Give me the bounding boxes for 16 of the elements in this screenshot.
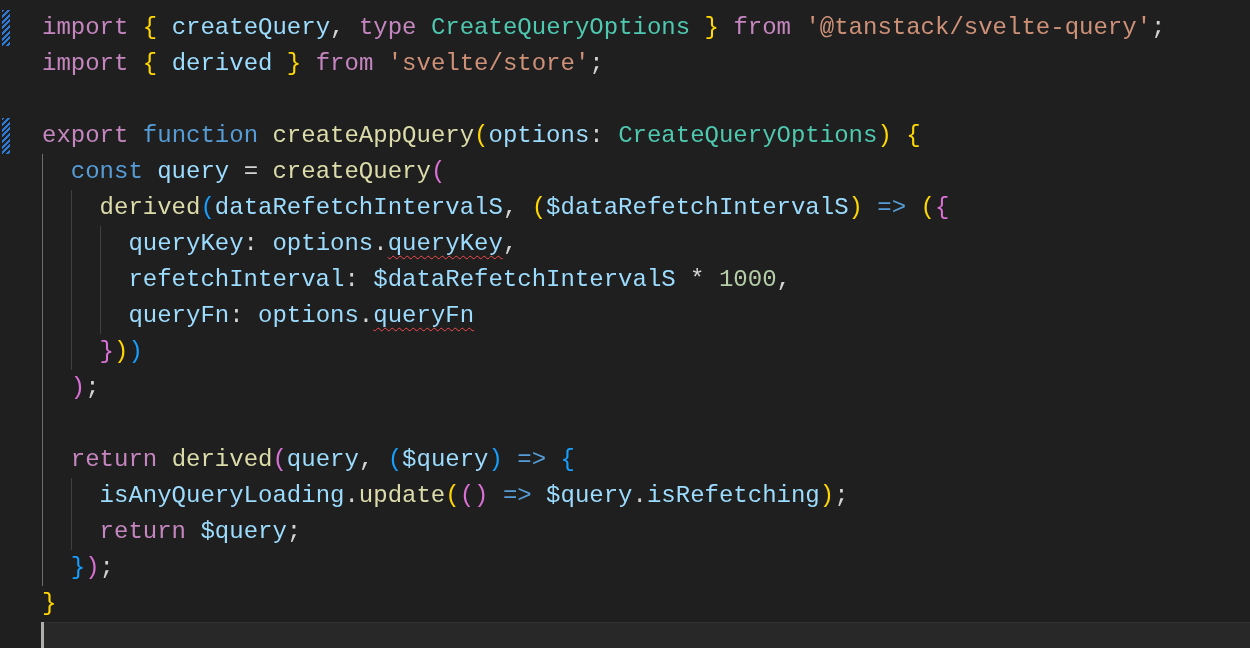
- code-line: }: [42, 589, 57, 619]
- code-line: return derived(query, ($query) => {: [70, 445, 575, 475]
- text-cursor: [41, 622, 44, 648]
- code-line: return $query;: [99, 517, 302, 547]
- code-line: export function createAppQuery(options: CreateQueryOptions) {: [42, 121, 921, 151]
- code-line: })): [99, 337, 143, 367]
- code-line: refetchInterval: $dataRefetchIntervalS * 1000,: [128, 265, 791, 295]
- code-line: );: [70, 373, 100, 403]
- code-line: queryFn: options.queryFn: [128, 301, 475, 331]
- code-line: });: [70, 553, 114, 583]
- code-line: const query = createQuery(: [70, 157, 446, 187]
- code-line: derived(dataRefetchIntervalS, ($dataRefetchIntervalS) => ({: [99, 193, 950, 223]
- code-line: queryKey: options.queryKey,: [128, 229, 518, 259]
- code-line: import { derived } from 'svelte/store';: [42, 49, 604, 79]
- code-line: import { createQuery, type CreateQueryOptions } from '@tanstack/svelte-query';: [42, 13, 1166, 43]
- code-line: isAnyQueryLoading.update(() => $query.isRefetching);: [99, 481, 849, 511]
